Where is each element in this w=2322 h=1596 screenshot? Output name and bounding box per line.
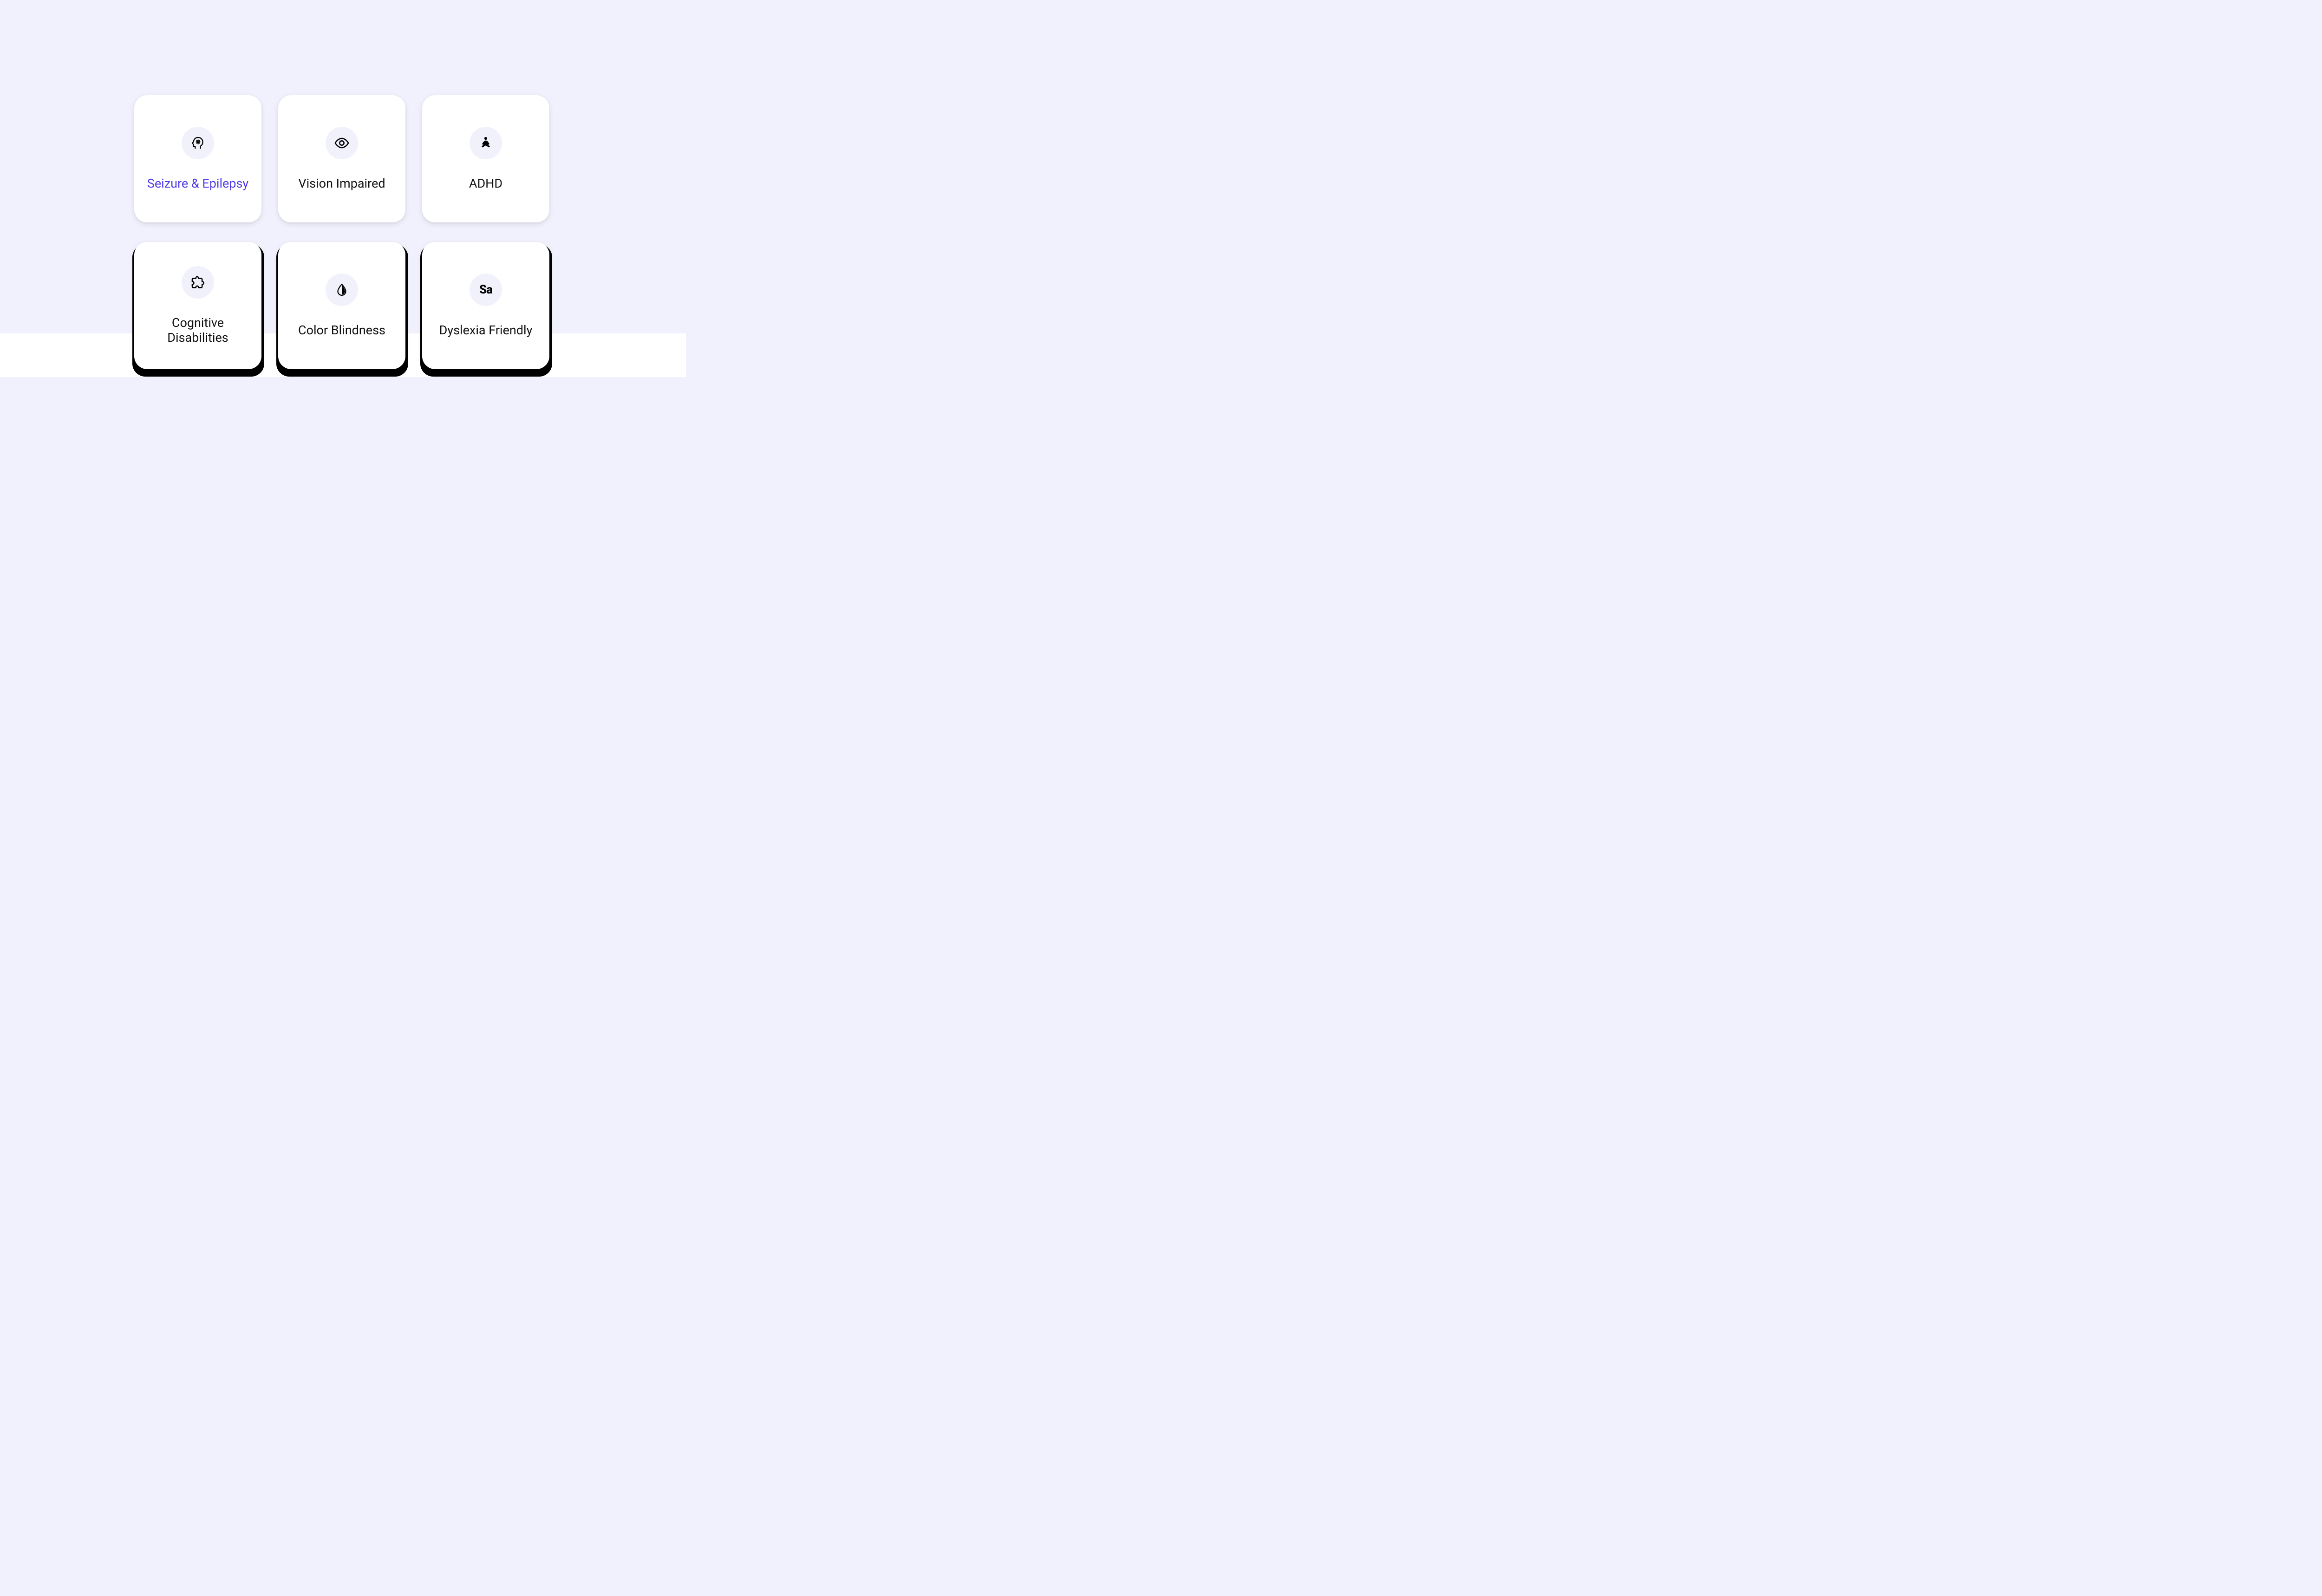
card-label: Dyslexia Friendly	[439, 323, 533, 338]
profile-card-seizure-epilepsy[interactable]: Seizure & Epilepsy	[134, 95, 261, 222]
icon-circle	[326, 127, 358, 159]
icon-circle	[182, 266, 214, 299]
contrast-drop-icon	[334, 282, 350, 298]
sa-icon-text: Sa	[479, 283, 492, 297]
icon-circle	[470, 127, 502, 159]
eye-icon	[334, 135, 350, 151]
brain-gear-icon	[190, 135, 206, 151]
profile-card-cognitive-disabilities[interactable]: Cognitive Disabilities	[134, 242, 261, 369]
icon-circle: Sa	[470, 274, 502, 306]
card-label: Color Blindness	[298, 323, 385, 338]
puzzle-icon	[190, 274, 206, 290]
card-label: Cognitive Disabilities	[143, 315, 252, 345]
card-label: Vision Impaired	[298, 176, 385, 191]
accessibility-profile-grid: Seizure & Epilepsy Vision Impaired	[134, 95, 549, 369]
profile-card-adhd[interactable]: ADHD	[422, 95, 549, 222]
profile-card-dyslexia-friendly[interactable]: Sa Dyslexia Friendly	[422, 242, 549, 369]
profile-card-color-blindness[interactable]: Color Blindness	[278, 242, 405, 369]
icon-circle	[326, 274, 358, 306]
sa-icon: Sa	[478, 282, 494, 298]
profile-card-vision-impaired[interactable]: Vision Impaired	[278, 95, 405, 222]
meditate-icon	[478, 135, 494, 151]
card-label: ADHD	[469, 176, 502, 191]
icon-circle	[182, 127, 214, 159]
card-label: Seizure & Epilepsy	[147, 176, 248, 191]
